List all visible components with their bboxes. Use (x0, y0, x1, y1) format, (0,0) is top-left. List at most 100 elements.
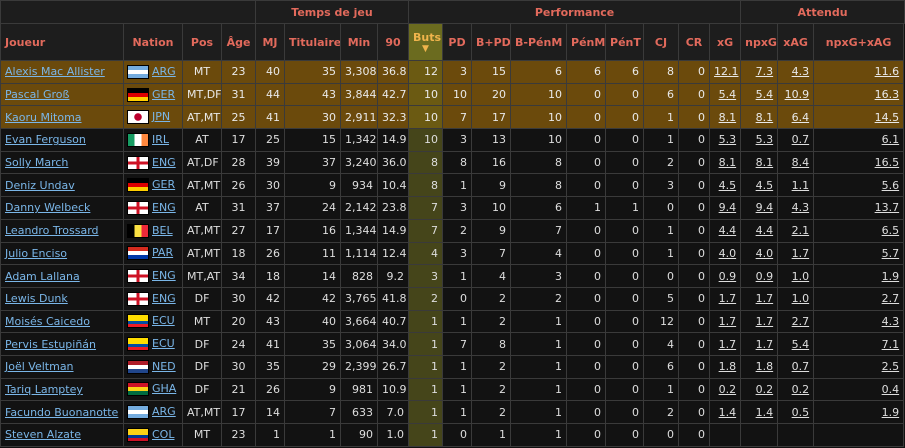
nation-link[interactable]: ARG (152, 65, 176, 78)
col-header-assists[interactable]: PD (442, 23, 473, 61)
player-link[interactable]: Steven Alzate (5, 428, 81, 441)
player-link[interactable]: Danny Welbeck (5, 201, 90, 214)
nation-link[interactable]: ENG (152, 269, 176, 282)
cell-90s: 14.9 (376, 128, 410, 152)
cell-crdr: 0 (678, 377, 711, 402)
col-header-xag[interactable]: xAG (777, 23, 815, 61)
cell-xag: 0.7 (777, 354, 815, 379)
nation-link[interactable]: COL (152, 428, 174, 441)
player-link[interactable]: Pascal Groß (5, 88, 69, 101)
cell-xg: 4.5 (709, 173, 742, 198)
nation-link[interactable]: PAR (152, 246, 173, 259)
cell-goals: 1 (408, 377, 444, 402)
cell-pk: 0 (566, 150, 607, 175)
col-header-goals[interactable]: Buts ▼ (408, 23, 444, 61)
player-link[interactable]: Kaoru Mitoma (5, 111, 82, 124)
col-header-mp[interactable]: MJ (255, 23, 285, 61)
cell-gpk: 2 (510, 286, 568, 311)
cell-npxg: 1.7 (740, 286, 779, 311)
cell-crdy: 1 (643, 105, 680, 130)
cell-90s: 1.0 (376, 423, 410, 447)
nation-link[interactable]: ENG (152, 201, 176, 214)
player-link[interactable]: Evan Ferguson (5, 133, 86, 146)
nation-link[interactable]: ENG (152, 156, 176, 169)
col-header-crdy[interactable]: CJ (643, 23, 680, 61)
col-header-min[interactable]: Min (340, 23, 378, 61)
player-link[interactable]: Moisés Caicedo (5, 315, 90, 328)
cell-xg: 1.8 (709, 354, 742, 379)
col-header-crdr[interactable]: CR (678, 23, 711, 61)
cell-npxgxag: 1.9 (813, 400, 905, 424)
nation-link[interactable]: GER (152, 88, 175, 101)
player-link[interactable]: Deniz Undav (5, 179, 75, 192)
cell-age: 21 (221, 377, 256, 402)
col-header-pkatt[interactable]: PénT (605, 23, 645, 61)
nation-link[interactable]: GHA (152, 382, 176, 395)
cell-npxgxag: 2.5 (813, 354, 905, 379)
nation-link[interactable]: ENG (152, 292, 176, 305)
player-link[interactable]: Facundo Buonanotte (5, 406, 118, 419)
col-header-xg[interactable]: xG (709, 23, 742, 61)
cell-pos: AT,MT (182, 173, 222, 198)
cell-pkatt: 0 (605, 264, 645, 288)
col-header-90s[interactable]: 90 (376, 23, 410, 61)
player-link[interactable]: Pervis Estupiñán (5, 338, 96, 351)
cell-pkatt: 0 (605, 105, 645, 130)
cell-player: Pervis Estupiñán (0, 332, 124, 356)
nation-link[interactable]: NED (152, 360, 176, 373)
nation-link[interactable]: ECU (152, 314, 175, 327)
table-row: Lewis Dunk ENG DF 30 42 42 3,765 41.8 2 0 2 2 0 0 5 0 1.… (0, 286, 905, 311)
cell-npxgxag: 6.5 (813, 218, 905, 243)
cell-ga: 9 (471, 173, 512, 198)
cell-npxgxag: 16.5 (813, 150, 905, 175)
cell-xg (709, 423, 742, 447)
col-header-starts[interactable]: Titulaire (284, 23, 341, 61)
nation-link[interactable]: BEL (152, 224, 173, 237)
nation-link[interactable]: IRL (152, 133, 169, 146)
col-header-player[interactable]: Joueur (0, 23, 124, 61)
cell-nation: BEL (123, 218, 183, 243)
cell-assists: 10 (442, 82, 473, 107)
col-header-npxg[interactable]: npxG (740, 23, 779, 61)
player-link[interactable]: Julio Enciso (5, 247, 67, 260)
cell-npxg: 8.1 (740, 105, 779, 130)
nation-link[interactable]: JPN (152, 110, 170, 123)
cell-goals: 8 (408, 150, 444, 175)
player-link[interactable]: Leandro Trossard (5, 224, 99, 237)
cell-ga: 2 (471, 286, 512, 311)
cell-crdr: 0 (678, 150, 711, 175)
nation-link[interactable]: ARG (152, 405, 176, 418)
col-header-pk[interactable]: PénM (566, 23, 607, 61)
cell-ga: 7 (471, 241, 512, 266)
cell-goals: 10 (408, 82, 444, 107)
cell-gpk: 6 (510, 196, 568, 220)
cell-pk: 0 (566, 241, 607, 266)
player-link[interactable]: Solly March (5, 156, 68, 169)
player-link[interactable]: Tariq Lamptey (5, 383, 83, 396)
cell-assists: 8 (442, 150, 473, 175)
cell-assists: 1 (442, 173, 473, 198)
player-link[interactable]: Joël Veltman (5, 360, 74, 373)
col-header-pos[interactable]: Pos (182, 23, 222, 61)
cell-player: Danny Welbeck (0, 196, 124, 220)
nation-link[interactable]: ECU (152, 337, 175, 350)
table-row: Solly March ENG AT,DF 28 39 37 3,240 36.0 8 8 16 8 0… (0, 150, 905, 175)
cell-mp: 25 (255, 128, 285, 152)
col-header-gpk[interactable]: B-PénM (510, 23, 568, 61)
cell-gpk: 1 (510, 354, 568, 379)
table-row: Moisés Caicedo ECU MT 20 43 40 3,664 40.7 1 1 2 1 0 0… (0, 309, 905, 334)
player-link[interactable]: Alexis Mac Allister (5, 65, 105, 78)
cell-gpk: 1 (510, 423, 568, 447)
col-header-nation[interactable]: Nation (123, 23, 183, 61)
col-header-npxgxag[interactable]: npxG+xAG (813, 23, 905, 61)
col-header-ga[interactable]: B+PD (471, 23, 512, 61)
cell-nation: GER (123, 173, 183, 198)
player-link[interactable]: Lewis Dunk (5, 292, 68, 305)
player-link[interactable]: Adam Lallana (5, 270, 80, 283)
cell-min: 90 (340, 423, 378, 447)
col-header-age[interactable]: Âge (221, 23, 256, 61)
cell-pk: 0 (566, 309, 607, 334)
cell-gpk: 10 (510, 128, 568, 152)
nation-link[interactable]: GER (152, 178, 175, 191)
cell-xag: 1.7 (777, 241, 815, 266)
